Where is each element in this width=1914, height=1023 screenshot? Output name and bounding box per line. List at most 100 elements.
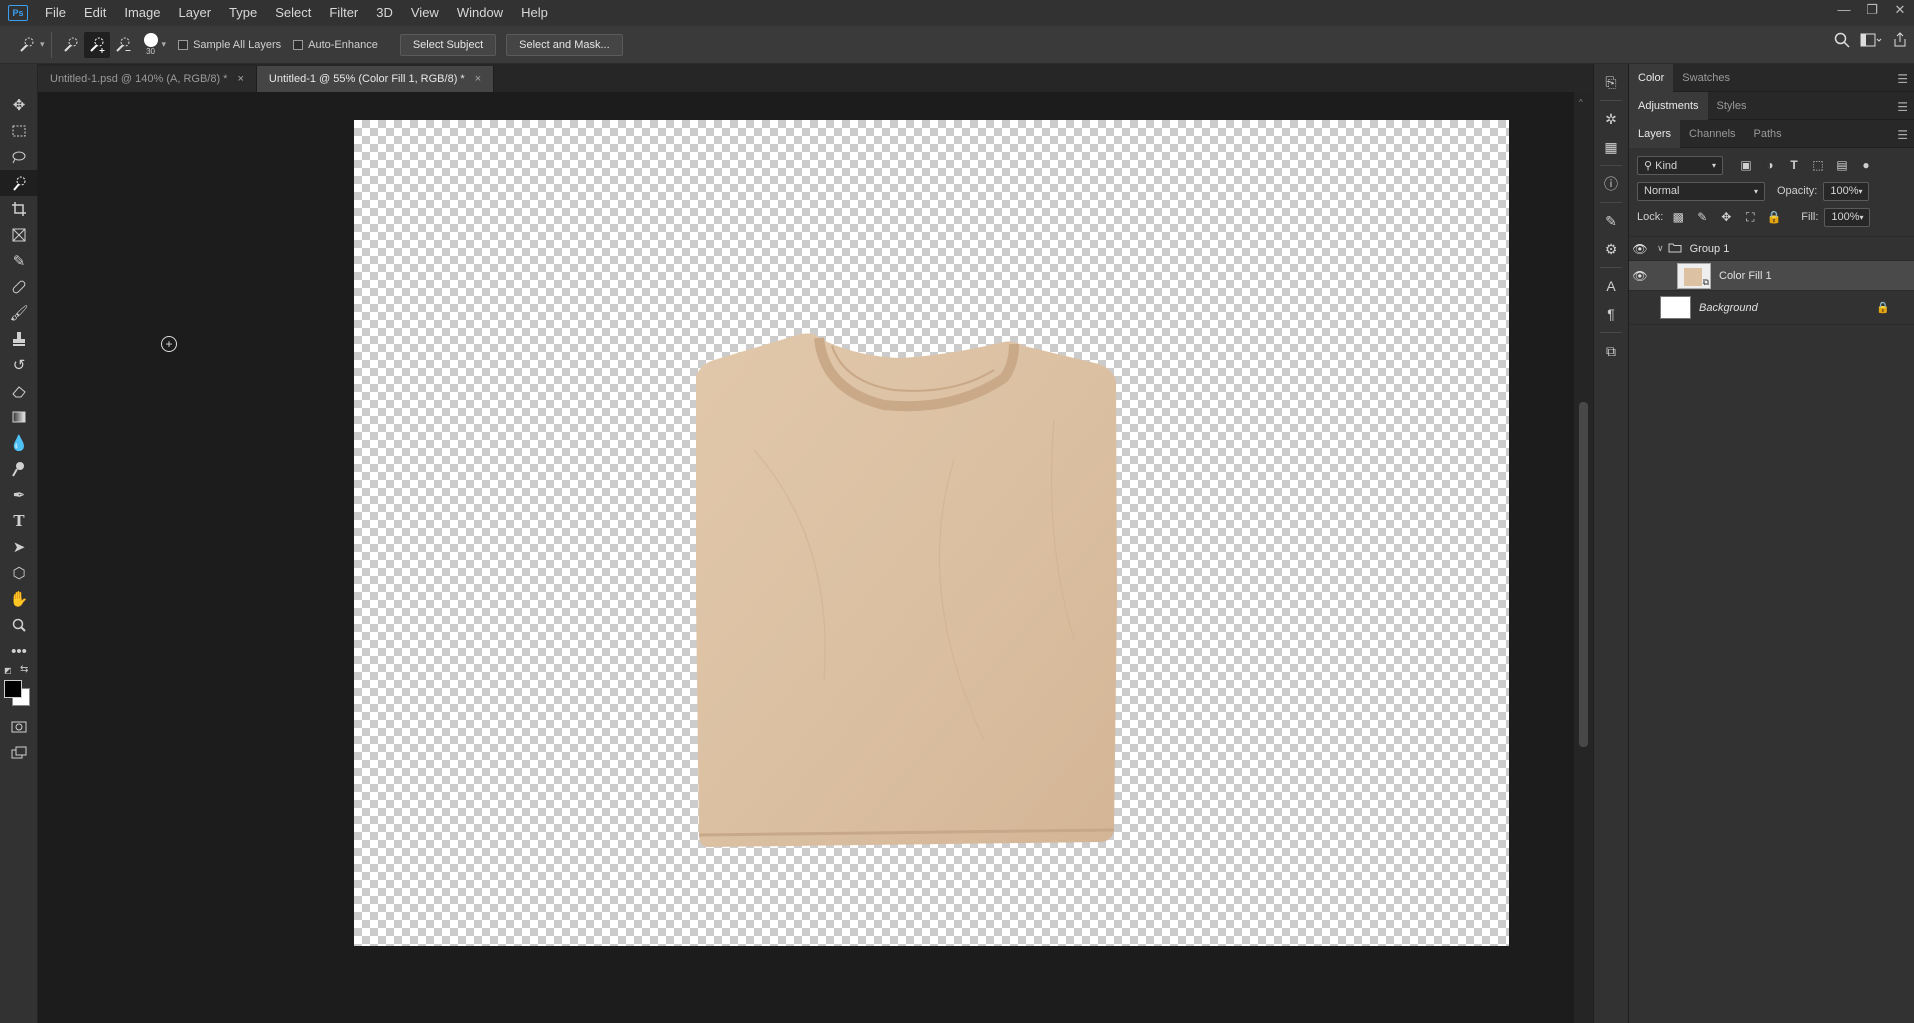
history-panel-icon[interactable]: ⎘	[1594, 68, 1628, 96]
tab-layers[interactable]: Layers	[1629, 119, 1681, 148]
frame-tool-icon[interactable]	[0, 222, 38, 248]
swap-colors-icon[interactable]: ⇆	[20, 664, 28, 675]
clone-stamp-tool-icon[interactable]	[0, 326, 38, 352]
foreground-color-swatch[interactable]	[4, 680, 22, 698]
gradient-tool-icon[interactable]	[0, 404, 38, 430]
tab-adjustments[interactable]: Adjustments	[1629, 91, 1708, 120]
close-tab-icon[interactable]: ×	[475, 73, 481, 85]
close-tab-icon[interactable]: ×	[237, 73, 243, 85]
workspace-icon[interactable]	[1860, 32, 1882, 53]
quick-selection-tool-icon[interactable]	[0, 170, 38, 196]
panel-menu-icon[interactable]: ☰	[1897, 100, 1908, 114]
opacity-input[interactable]: 100% ▾	[1823, 181, 1870, 201]
tab-paths[interactable]: Paths	[1745, 120, 1791, 148]
vertical-scrollbar[interactable]: ^	[1574, 92, 1593, 1023]
zoom-tool-icon[interactable]	[0, 612, 38, 638]
preset-chevron-icon[interactable]: ▾	[40, 39, 45, 50]
lock-transparent-icon[interactable]: ▩	[1669, 210, 1687, 224]
add-to-selection-icon[interactable]	[83, 31, 110, 58]
brush-size-picker[interactable]: 30	[143, 33, 158, 56]
brush-tool-icon[interactable]: 🖌	[0, 300, 38, 326]
tab-untitled-psd[interactable]: Untitled-1.psd @ 140% (A, RGB/8) * ×	[38, 66, 257, 92]
scroll-thumb[interactable]	[1579, 402, 1588, 747]
healing-brush-tool-icon[interactable]	[0, 274, 38, 300]
blend-mode-select[interactable]: Normal ▾	[1637, 181, 1765, 201]
visibility-eye-icon[interactable]: 👁	[1629, 269, 1651, 283]
eyedropper-tool-icon[interactable]: ✎	[0, 248, 38, 274]
character-panel-icon[interactable]: A	[1594, 272, 1628, 300]
menu-type[interactable]: Type	[220, 0, 266, 26]
glyphs-panel-icon[interactable]: ⧉	[1594, 337, 1628, 365]
lock-position-icon[interactable]: ✥	[1717, 210, 1735, 224]
marquee-tool-icon[interactable]	[0, 118, 38, 144]
brush-settings-icon[interactable]: ✎	[1594, 207, 1628, 235]
screen-mode-icon[interactable]	[0, 740, 38, 766]
pen-tool-icon[interactable]: ✒	[0, 482, 38, 508]
tab-color[interactable]: Color	[1629, 63, 1674, 92]
history-brush-tool-icon[interactable]: ↺	[0, 352, 38, 378]
layer-background[interactable]: Background 🔒	[1629, 291, 1914, 325]
quick-mask-icon[interactable]	[0, 714, 38, 740]
menu-file[interactable]: File	[36, 0, 75, 26]
filter-kind-select[interactable]: ⚲ Kind ▾	[1637, 155, 1723, 175]
quick-selection-preset-icon[interactable]	[14, 32, 40, 58]
layer-color-fill-1[interactable]: 👁 ⧉ Color Fill 1	[1629, 261, 1914, 291]
tab-untitled-1[interactable]: Untitled-1 @ 55% (Color Fill 1, RGB/8) *…	[256, 66, 495, 92]
lasso-tool-icon[interactable]	[0, 144, 38, 170]
menu-filter[interactable]: Filter	[320, 0, 367, 26]
lock-pixels-icon[interactable]: ✎	[1693, 210, 1711, 224]
tab-channels[interactable]: Channels	[1680, 120, 1744, 148]
close-window-button[interactable]: ✕	[1886, 0, 1914, 22]
new-selection-icon[interactable]	[58, 32, 84, 58]
sample-all-layers-checkbox[interactable]: Sample All Layers	[178, 39, 281, 51]
share-icon[interactable]	[1892, 32, 1908, 53]
expand-chevron-icon[interactable]: ∨	[1657, 243, 1664, 254]
histogram-panel-icon[interactable]: ▦	[1594, 133, 1628, 161]
filter-smart-object-icon[interactable]: ▤	[1833, 158, 1851, 172]
tab-styles[interactable]: Styles	[1708, 92, 1756, 120]
tab-swatches[interactable]: Swatches	[1673, 64, 1739, 92]
filter-adjustment-icon[interactable]: ◑	[1761, 158, 1779, 172]
navigator-panel-icon[interactable]: ✲	[1594, 105, 1628, 133]
select-subject-button[interactable]: Select Subject	[399, 33, 497, 56]
shape-tool-icon[interactable]: ⬡	[0, 560, 38, 586]
menu-window[interactable]: Window	[448, 0, 512, 26]
panel-menu-icon[interactable]: ☰	[1897, 128, 1908, 142]
scroll-up-icon[interactable]: ^	[1579, 98, 1583, 107]
menu-edit[interactable]: Edit	[75, 0, 115, 26]
menu-view[interactable]: View	[402, 0, 448, 26]
layer-group-1[interactable]: 👁 ∨ Group 1	[1629, 237, 1914, 261]
visibility-eye-icon[interactable]: 👁	[1629, 242, 1651, 256]
blur-tool-icon[interactable]: 💧	[0, 430, 38, 456]
menu-help[interactable]: Help	[512, 0, 557, 26]
auto-enhance-checkbox[interactable]: Auto-Enhance	[293, 39, 378, 51]
lock-all-icon[interactable]: 🔒	[1765, 210, 1783, 224]
document-canvas[interactable]	[354, 120, 1509, 946]
info-panel-icon[interactable]: ⓘ	[1594, 170, 1628, 198]
hand-tool-icon[interactable]: ✋	[0, 586, 38, 612]
type-tool-icon[interactable]: T	[0, 508, 38, 534]
filter-shape-icon[interactable]: ⬚	[1809, 158, 1827, 172]
paragraph-panel-icon[interactable]: ¶	[1594, 300, 1628, 328]
subtract-from-selection-icon[interactable]	[110, 32, 136, 58]
panel-menu-icon[interactable]: ☰	[1897, 72, 1908, 86]
eraser-tool-icon[interactable]	[0, 378, 38, 404]
brush-chevron-icon[interactable]: ▾	[162, 39, 167, 50]
select-and-mask-button[interactable]: Select and Mask...	[506, 33, 623, 56]
menu-image[interactable]: Image	[115, 0, 169, 26]
move-tool-icon[interactable]: ✥	[0, 92, 38, 118]
minimize-button[interactable]: —	[1830, 0, 1858, 22]
filter-type-icon[interactable]: T	[1785, 158, 1803, 172]
default-colors-icon[interactable]: ◩	[4, 666, 12, 675]
search-icon[interactable]	[1834, 32, 1850, 53]
restore-button[interactable]: ❐	[1858, 0, 1886, 22]
menu-select[interactable]: Select	[266, 0, 320, 26]
more-tools-icon[interactable]: •••	[0, 638, 38, 664]
properties-panel-icon[interactable]: ⚙	[1594, 235, 1628, 263]
dodge-tool-icon[interactable]	[0, 456, 38, 482]
filter-toggle-icon[interactable]: ●	[1857, 158, 1875, 172]
filter-pixel-icon[interactable]: ▣	[1737, 158, 1755, 172]
fill-input[interactable]: 100% ▾	[1824, 207, 1871, 227]
menu-layer[interactable]: Layer	[170, 0, 221, 26]
lock-artboard-icon[interactable]: ⛶	[1741, 210, 1759, 225]
